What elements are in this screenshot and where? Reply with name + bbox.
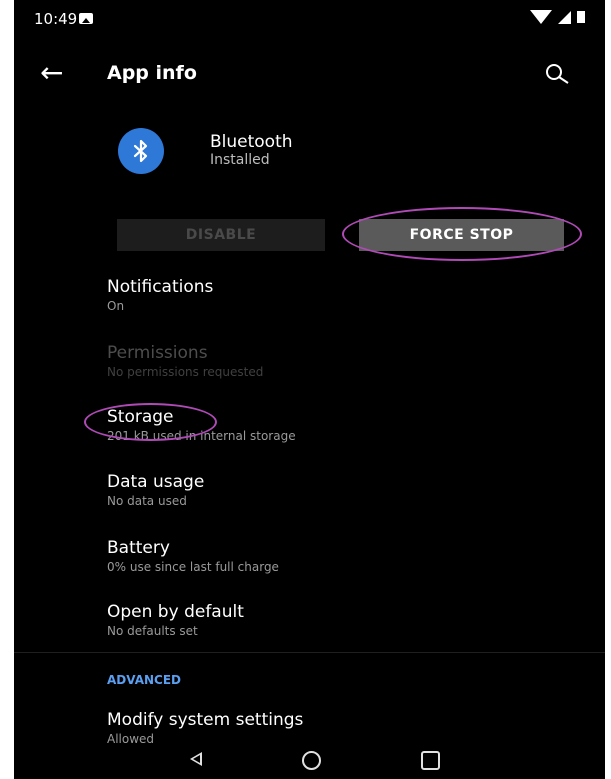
setting-title: Notifications [107,277,214,297]
setting-permissions: Permissions No permissions requested [107,342,577,380]
setting-data-usage[interactable]: Data usage No data used [107,471,577,509]
arrow-left-icon[interactable]: ← [40,56,63,90]
wifi-icon [530,10,552,24]
section-divider [14,652,605,653]
disable-button: DISABLE [117,219,325,251]
nav-home-icon[interactable] [302,751,321,770]
nav-recents-icon[interactable] [421,751,440,770]
setting-subtitle: 0% use since last full charge [107,560,279,574]
navigation-bar [14,747,605,779]
setting-subtitle: No data used [107,494,187,508]
phone-screen: 10:49 ← App info Bluetooth Installed DIS… [14,0,605,779]
setting-subtitle: 201 kB used in internal storage [107,429,296,443]
app-header: Bluetooth Installed [118,128,418,178]
image-icon [79,13,93,24]
nav-back-icon[interactable] [190,752,202,766]
advanced-section-header: ADVANCED [107,673,182,687]
setting-notifications[interactable]: Notifications On [107,276,577,314]
app-name: Bluetooth [210,132,293,152]
setting-subtitle: Allowed [107,732,155,746]
page-title: App info [107,62,197,84]
setting-open-by-default[interactable]: Open by default No defaults set [107,601,577,639]
battery-icon [577,11,585,23]
app-install-status: Installed [210,152,270,168]
system-icons [530,10,585,24]
bluetooth-icon [118,128,164,174]
setting-title: Modify system settings [107,710,304,730]
setting-storage[interactable]: Storage 201 kB used in internal storage [107,406,577,444]
setting-battery[interactable]: Battery 0% use since last full charge [107,537,577,575]
setting-title: Storage [107,407,174,427]
setting-title: Data usage [107,472,205,492]
setting-subtitle: On [107,299,125,313]
signal-icon [558,10,571,24]
setting-title: Open by default [107,602,244,622]
force-stop-button[interactable]: FORCE STOP [359,219,564,251]
app-bar: ← App info [14,52,605,96]
setting-title: Battery [107,538,170,558]
search-icon[interactable] [544,62,574,90]
status-bar: 10:49 [14,0,605,44]
setting-modify-system-settings[interactable]: Modify system settings Allowed [107,709,577,747]
setting-title: Permissions [107,343,208,363]
status-time: 10:49 [34,10,78,28]
setting-subtitle: No permissions requested [107,365,264,379]
setting-subtitle: No defaults set [107,624,198,638]
